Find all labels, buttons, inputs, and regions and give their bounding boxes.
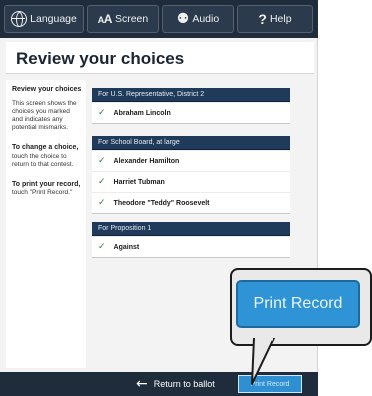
- ear-icon: ⚉: [176, 11, 190, 27]
- instructions-sidebar: Review your choices This screen shows th…: [6, 80, 86, 368]
- contest-us-representative: For U.S. Representative, District 2 ✓ Ab…: [92, 88, 290, 124]
- help-button[interactable]: ? Help: [237, 5, 313, 33]
- choice-item[interactable]: ✓ Alexander Hamilton: [92, 150, 290, 171]
- sidebar-description: This screen shows the choices you marked…: [12, 100, 77, 132]
- page-title: Review your choices: [16, 49, 185, 68]
- choice-label: Harriet Tubman: [113, 178, 165, 186]
- choice-item[interactable]: ✓ Against: [92, 236, 290, 257]
- change-instructions: To change a choice, touch the choice to …: [12, 144, 82, 168]
- question-icon: ?: [258, 11, 267, 27]
- choice-label: Alexander Hamilton: [113, 157, 180, 165]
- arrow-left-icon: ←: [136, 376, 148, 392]
- contest-school-board: For School Board, at large ✓ Alexander H…: [92, 136, 290, 214]
- return-label: Return to ballot: [153, 379, 215, 389]
- callout-pointer: [251, 338, 275, 385]
- check-icon: ✓: [98, 156, 106, 166]
- text-size-icon: AA: [97, 12, 113, 26]
- choice-label: Abraham Lincoln: [113, 109, 171, 117]
- check-icon: ✓: [98, 242, 106, 252]
- change-text: touch the choice to return to that conte…: [12, 152, 74, 168]
- choice-item[interactable]: ✓ Theodore "Teddy" Roosevelt: [92, 192, 290, 213]
- print-heading: To print your record,: [12, 180, 81, 188]
- contest-title: For Proposition 1: [92, 222, 290, 236]
- audio-label: Audio: [192, 13, 220, 25]
- print-record-button-enlarged[interactable]: Print Record: [236, 280, 360, 328]
- choice-label: Theodore "Teddy" Roosevelt: [113, 199, 210, 207]
- help-label: Help: [269, 13, 292, 25]
- print-instructions: To print your record, touch "Print Recor…: [12, 181, 82, 197]
- print-text: touch "Print Record.": [12, 189, 73, 197]
- globe-icon: [11, 11, 28, 27]
- choice-item[interactable]: ✓ Harriet Tubman: [92, 171, 290, 192]
- screen-label: Screen: [114, 13, 149, 25]
- language-label: Language: [30, 13, 77, 25]
- check-icon: ✓: [98, 198, 106, 208]
- screen-button[interactable]: AA Screen: [87, 5, 159, 33]
- check-icon: ✓: [98, 108, 106, 118]
- contest-proposition-1: For Proposition 1 ✓ Against: [92, 222, 290, 258]
- choice-item[interactable]: ✓ Abraham Lincoln: [92, 102, 290, 123]
- return-to-ballot-button[interactable]: ← Return to ballot: [136, 375, 215, 393]
- contest-title: For U.S. Representative, District 2: [92, 88, 290, 102]
- check-icon: ✓: [98, 177, 106, 187]
- language-button[interactable]: Language: [4, 5, 84, 33]
- sidebar-heading: Review your choices: [12, 86, 82, 93]
- top-toolbar: Language AA Screen ⚉ Audio ? Help: [0, 0, 318, 38]
- contest-title: For School Board, at large: [92, 136, 290, 150]
- audio-button[interactable]: ⚉ Audio: [162, 5, 234, 33]
- page-title-bar: Review your choices: [6, 42, 314, 74]
- change-heading: To change a choice,: [12, 144, 79, 152]
- choice-label: Against: [113, 243, 140, 251]
